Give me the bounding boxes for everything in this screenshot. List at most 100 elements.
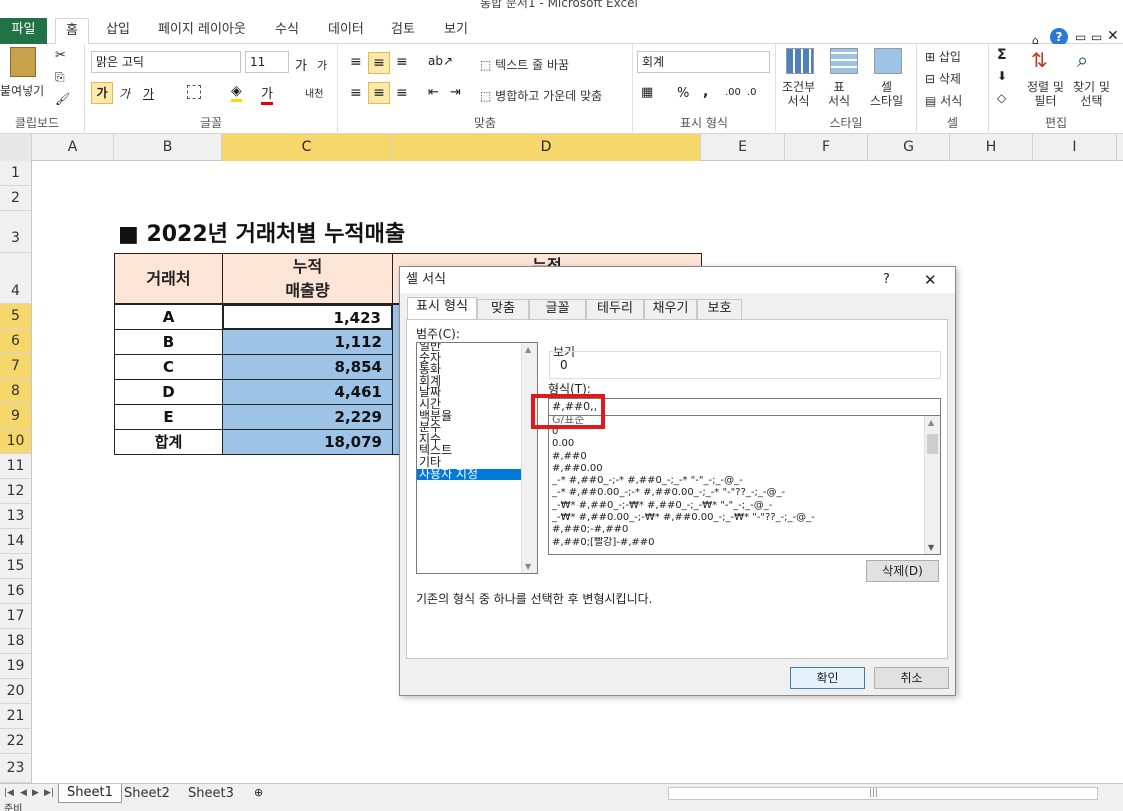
insert-cells-button[interactable]: ⊞ 삽입 <box>925 48 961 65</box>
header-client[interactable]: 거래처 <box>114 253 223 304</box>
italic-button[interactable]: 가 <box>119 85 130 102</box>
align-middle-icon[interactable]: ≡ <box>368 52 390 74</box>
category-item[interactable]: 사용자 지정 <box>417 468 521 481</box>
column-header-c[interactable]: C <box>222 134 392 161</box>
cell-qty[interactable]: 8,854 <box>222 354 393 380</box>
conditional-format-button[interactable]: 조건부 서식 <box>782 80 815 108</box>
row-header[interactable]: 3 <box>0 211 32 253</box>
first-sheet-icon[interactable]: |◀ <box>4 788 14 798</box>
column-header-h[interactable]: H <box>950 134 1033 161</box>
tab-formulas[interactable]: 수식 <box>265 18 309 44</box>
format-list[interactable]: G/표준 0 0.00 #,##0 #,##0.00 _-* #,##0_-;-* #,… <box>548 415 941 555</box>
decrease-decimal-icon[interactable]: .0 <box>747 87 757 98</box>
sort-filter-button[interactable]: 정렬 및 필터 <box>1027 80 1064 108</box>
scroll-up-icon[interactable]: ▲ <box>525 345 531 354</box>
scroll-thumb[interactable] <box>927 434 938 454</box>
comma-button[interactable]: , <box>703 84 708 100</box>
row-header[interactable]: 5 <box>0 304 32 329</box>
find-select-button[interactable]: 찾기 및 선택 <box>1073 80 1110 108</box>
row-header[interactable]: 21 <box>0 704 32 729</box>
row-header[interactable]: 16 <box>0 579 32 604</box>
sheet-tab-1[interactable]: Sheet1 <box>58 784 122 803</box>
row-header[interactable]: 12 <box>0 479 32 504</box>
cell-qty[interactable]: 4,461 <box>222 379 393 405</box>
tab-fill[interactable]: 채우기 <box>644 299 697 319</box>
format-painter-icon[interactable]: 🖌 <box>55 92 70 106</box>
prev-sheet-icon[interactable]: ◀ <box>20 788 27 798</box>
tab-protection[interactable]: 보호 <box>697 299 742 319</box>
align-right-icon[interactable]: ≡ <box>396 85 408 101</box>
row-header[interactable]: 19 <box>0 654 32 679</box>
format-table-icon[interactable] <box>830 48 858 74</box>
align-top-icon[interactable]: ≡ <box>350 54 362 70</box>
ok-button[interactable]: 확인 <box>790 667 865 689</box>
format-cells-button[interactable]: ▤ 서식 <box>925 92 962 109</box>
type-input[interactable]: #,##0,, <box>548 398 941 416</box>
next-sheet-icon[interactable]: ▶ <box>32 788 39 798</box>
cell-client[interactable]: E <box>114 404 223 430</box>
orientation-icon[interactable]: ab↗ <box>428 54 453 68</box>
grow-font-icon[interactable]: 가 <box>295 55 307 74</box>
sheet-tab-3[interactable]: Sheet3 <box>188 785 234 803</box>
format-item[interactable]: #,##0;-#,##0 <box>552 524 922 536</box>
cell-qty[interactable]: 1,112 <box>222 329 393 355</box>
cell-client[interactable]: B <box>114 329 223 355</box>
column-header-a[interactable]: A <box>32 134 114 161</box>
cell-client[interactable]: C <box>114 354 223 380</box>
insert-sheet-icon[interactable]: ⊕ <box>254 786 263 799</box>
cell-client[interactable]: A <box>114 304 223 330</box>
number-format-select[interactable]: 회계 <box>637 51 770 73</box>
tab-home[interactable]: 홈 <box>55 18 89 45</box>
cell-style-icon[interactable] <box>874 48 902 74</box>
format-item[interactable]: 0.00 <box>552 438 922 450</box>
tab-data[interactable]: 데이터 <box>318 18 374 44</box>
cell-qty[interactable]: 1,423 <box>222 304 393 330</box>
autosum-icon[interactable]: Σ <box>997 47 1007 63</box>
binoculars-icon[interactable]: ⌕ <box>1077 48 1088 72</box>
column-header-f[interactable]: F <box>785 134 868 161</box>
phonetic-button[interactable]: 내천 <box>305 85 323 100</box>
horizontal-scrollbar[interactable]: ||| <box>668 787 1098 800</box>
row-header[interactable]: 14 <box>0 529 32 554</box>
cancel-button[interactable]: 취소 <box>874 667 949 689</box>
font-color-button[interactable]: 가 <box>261 83 273 105</box>
row-header[interactable]: 18 <box>0 629 32 654</box>
last-sheet-icon[interactable]: ▶| <box>44 788 54 798</box>
align-bottom-icon[interactable]: ≡ <box>396 54 408 70</box>
sheet-tab-2[interactable]: Sheet2 <box>124 785 170 803</box>
minimize-icon[interactable]: ▭ <box>1075 30 1086 44</box>
restore-icon[interactable]: ▭ <box>1091 30 1102 44</box>
shrink-font-icon[interactable]: 가 <box>317 57 327 73</box>
format-item[interactable]: _-* #,##0_-;-* #,##0_-;_-* "-"_-;_-@_- <box>552 475 922 487</box>
wrap-text-button[interactable]: ⬚ 텍스트 줄 바꿈 <box>480 56 569 73</box>
sheet-title[interactable]: ■ 2022년 거래처별 누적매출 <box>118 216 405 248</box>
scroll-up-icon[interactable]: ▲ <box>928 418 934 427</box>
column-header-e[interactable]: E <box>701 134 785 161</box>
cut-icon[interactable]: ✂ <box>55 48 66 63</box>
cell-style-button[interactable]: 셀 스타일 <box>870 80 903 108</box>
row-header[interactable]: 7 <box>0 354 32 379</box>
format-item[interactable]: _-* #,##0.00_-;-* #,##0.00_-;_-* "-"??_-… <box>552 487 922 499</box>
fill-color-icon[interactable]: ◈ <box>231 83 242 102</box>
row-header[interactable]: 10 <box>0 429 32 454</box>
scroll-down-icon[interactable]: ▼ <box>525 562 531 571</box>
row-header[interactable]: 13 <box>0 504 32 529</box>
column-header-i[interactable]: I <box>1033 134 1117 161</box>
dialog-close-button[interactable]: ✕ <box>924 267 937 293</box>
delete-format-button[interactable]: 삭제(D) <box>866 560 939 582</box>
sort-filter-icon[interactable]: ⇅ <box>1031 48 1048 72</box>
row-header[interactable]: 1 <box>0 161 32 186</box>
clear-icon[interactable]: ◇ <box>997 91 1006 105</box>
category-scrollbar[interactable]: ▲ ▼ <box>521 343 537 573</box>
dialog-help-button[interactable]: ? <box>883 267 890 293</box>
tab-insert[interactable]: 삽입 <box>96 18 140 44</box>
row-header[interactable]: 6 <box>0 329 32 354</box>
tab-alignment[interactable]: 맞춤 <box>477 299 529 319</box>
format-item[interactable]: #,##0.00 <box>552 463 922 475</box>
align-left-icon[interactable]: ≡ <box>350 85 362 101</box>
format-item[interactable]: 0 <box>552 426 922 438</box>
font-size-select[interactable]: 11 <box>245 51 289 73</box>
row-header[interactable]: 8 <box>0 379 32 404</box>
fill-icon[interactable]: ⬇ <box>997 69 1007 83</box>
row-header[interactable]: 9 <box>0 404 32 429</box>
